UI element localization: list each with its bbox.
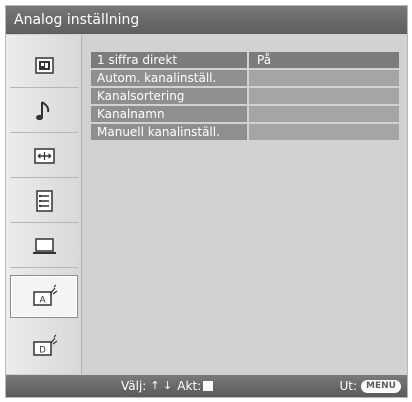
menu-title: Analog inställning — [6, 6, 407, 34]
sidebar-item-pc[interactable] — [10, 225, 78, 268]
setup-list-icon — [36, 190, 53, 212]
menu-row-channel-name[interactable]: Kanalnamn — [91, 106, 399, 122]
music-note-icon — [36, 101, 50, 121]
sidebar-item-sound[interactable] — [10, 90, 78, 133]
picture-icon — [35, 57, 54, 74]
menu-item-label: Kanalsortering — [91, 88, 247, 104]
sidebar-item-picture[interactable] — [10, 45, 78, 88]
menu-item-label: Manuell kanalinställ. — [91, 124, 247, 140]
settings-panel: 1 siffra direkt På Autom. kanalinställ. … — [83, 35, 407, 374]
menu-item-value: På — [249, 52, 399, 68]
menu-row-manual-tuning[interactable]: Manuell kanalinställ. — [91, 124, 399, 140]
sidebar-item-digital-setup[interactable]: D — [10, 325, 78, 368]
exit-hint: Ut: MENU — [340, 375, 401, 397]
tv-menu-screen: Analog inställning A D 1 siffra direkt P… — [5, 5, 408, 398]
action-label: Akt: — [177, 379, 202, 393]
menu-item-label: Autom. kanalinställ. — [91, 70, 247, 86]
ok-button-icon — [203, 381, 214, 391]
menu-item-value — [249, 106, 399, 122]
sidebar-item-analog-setup[interactable]: A — [10, 275, 78, 318]
menu-item-value — [249, 88, 399, 104]
menu-button-badge[interactable]: MENU — [361, 379, 401, 393]
menu-row-channel-sorting[interactable]: Kanalsortering — [91, 88, 399, 104]
exit-label: Ut: — [339, 379, 358, 393]
select-arrows: ↑ ↓ — [150, 379, 173, 392]
menu-item-label: 1 siffra direkt — [91, 52, 247, 68]
svg-text:A: A — [39, 294, 45, 304]
digital-setup-icon: D — [33, 334, 58, 356]
menu-row-auto-tuning[interactable]: Autom. kanalinställ. — [91, 70, 399, 86]
svg-text:D: D — [39, 344, 46, 354]
category-sidebar: A D — [6, 35, 82, 374]
pc-icon — [33, 238, 56, 254]
menu-item-value — [249, 70, 399, 86]
menu-item-label: Kanalnamn — [91, 106, 247, 122]
menu-row-single-digit-direct[interactable]: 1 siffra direkt På — [91, 52, 399, 68]
sidebar-item-screen[interactable] — [10, 135, 78, 178]
menu-item-value — [249, 124, 399, 140]
navigation-hint: Välj: ↑ ↓ Akt: — [121, 375, 214, 397]
select-label: Välj: — [121, 379, 147, 393]
analog-setup-icon: A — [33, 284, 58, 306]
sidebar-item-setup[interactable] — [10, 180, 78, 223]
help-bar: Välj: ↑ ↓ Akt: Ut: MENU — [6, 375, 407, 397]
screen-icon — [34, 148, 55, 164]
